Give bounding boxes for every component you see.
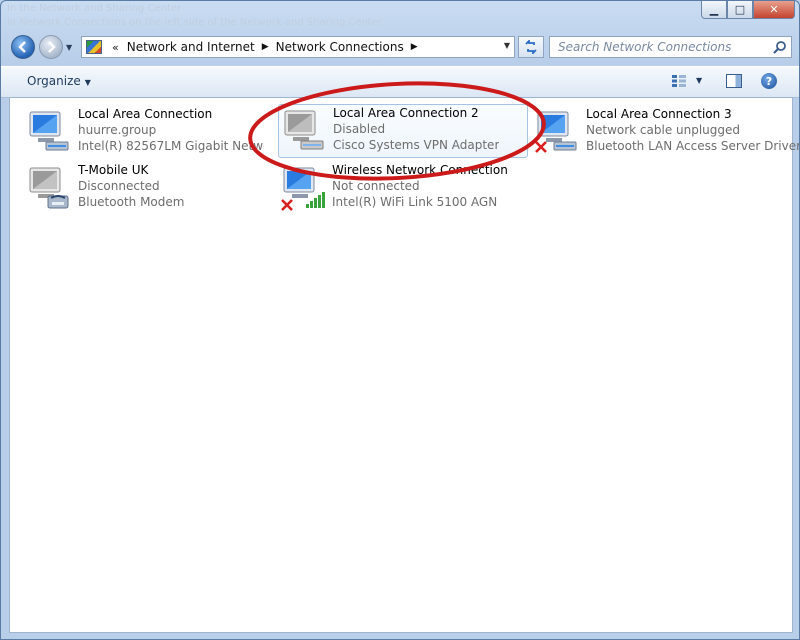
connection-device: Intel(R) 82567LM Gigabit Network... <box>78 139 264 153</box>
wired-network-icon <box>29 111 69 151</box>
organize-label: Organize <box>27 74 81 88</box>
refresh-button[interactable] <box>518 36 544 58</box>
navigation-bar: ▼ « Network and Internet ▶ Network Conne… <box>1 34 799 62</box>
address-dropdown-icon[interactable]: ▼ <box>504 41 510 50</box>
help-icon[interactable]: ? <box>761 73 777 89</box>
connection-item-selected[interactable]: Local Area Connection 2 Disabled Cisco S… <box>278 104 528 158</box>
back-button[interactable] <box>11 35 35 59</box>
address-bar[interactable]: « Network and Internet ▶ Network Connect… <box>81 36 515 58</box>
ghost-text-1: In the Network and Sharing Center <box>7 3 182 14</box>
organize-menu-button[interactable]: Organize ▼ <box>27 74 91 88</box>
wired-network-unplugged-icon <box>535 111 577 153</box>
close-button[interactable]: ✕ <box>753 1 795 19</box>
breadcrumb-label: Network and Internet <box>126 40 255 54</box>
search-icon[interactable] <box>773 40 787 54</box>
change-view-dropdown-icon[interactable]: ▼ <box>696 76 702 85</box>
explorer-window: In the Network and Sharing Center in Net… <box>0 0 800 640</box>
preview-pane-icon[interactable] <box>726 74 742 88</box>
chevron-down-icon: ▼ <box>84 78 91 87</box>
maximize-button[interactable]: □ <box>727 1 753 19</box>
wired-network-disabled-icon <box>284 110 324 150</box>
connections-list[interactable]: Local Area Connection huurre.group Intel… <box>9 97 799 633</box>
connection-name: Local Area Connection 2 <box>333 106 479 120</box>
minimize-icon: ▁ <box>709 3 719 16</box>
connection-item[interactable]: Local Area Connection 3 Network cable un… <box>532 106 799 160</box>
breadcrumb-network-connections[interactable]: Network Connections ▶ <box>276 40 425 54</box>
command-bar: Organize ▼ ▼ ? <box>1 66 799 98</box>
breadcrumb-network-and-internet[interactable]: Network and Internet ▶ <box>127 40 276 54</box>
connection-device: Cisco Systems VPN Adapter <box>333 138 500 152</box>
search-input[interactable]: Search Network Connections <box>549 36 792 58</box>
connection-device: Bluetooth Modem <box>78 195 185 209</box>
ghost-text-2: in Network Connections on the left side … <box>7 17 383 28</box>
breadcrumb-separator-icon[interactable]: ▶ <box>262 42 269 52</box>
search-placeholder: Search Network Connections <box>558 40 732 54</box>
connection-name: Local Area Connection <box>78 107 213 121</box>
connection-status: Disabled <box>333 122 386 136</box>
modem-icon <box>29 167 69 209</box>
breadcrumb-label: Network Connections <box>275 40 404 54</box>
chevron-down-icon: ▼ <box>66 43 73 52</box>
maximize-icon: □ <box>734 3 746 16</box>
change-view-icon[interactable] <box>671 74 687 88</box>
connection-status: Not connected <box>332 179 420 193</box>
connection-device: Bluetooth LAN Access Server Driver <box>586 139 800 153</box>
control-panel-icon <box>86 40 102 54</box>
connection-name: Local Area Connection 3 <box>586 107 732 121</box>
arrow-right-icon <box>48 41 56 53</box>
breadcrumb-overflow[interactable]: « <box>112 41 119 54</box>
breadcrumb-separator-icon[interactable]: ▶ <box>411 42 418 52</box>
title-bar[interactable]: In the Network and Sharing Center in Net… <box>1 1 799 29</box>
connection-name: Wireless Network Connection <box>332 163 508 177</box>
connection-status: huurre.group <box>78 123 157 137</box>
close-icon: ✕ <box>769 3 779 16</box>
refresh-icon <box>525 40 537 54</box>
connection-device: Intel(R) WiFi Link 5100 AGN <box>332 195 498 209</box>
recent-pages-dropdown[interactable]: ▼ <box>66 43 72 52</box>
connection-item[interactable]: Wireless Network Connection Not connecte… <box>278 162 528 216</box>
connection-item[interactable]: T-Mobile UK Disconnected Bluetooth Modem <box>24 162 264 216</box>
window-bottom-frame <box>1 633 799 639</box>
connection-status: Disconnected <box>78 179 160 193</box>
connection-name: T-Mobile UK <box>78 163 149 177</box>
minimize-button[interactable]: ▁ <box>701 1 727 19</box>
connection-status: Network cable unplugged <box>586 123 741 137</box>
wireless-network-icon <box>281 167 325 211</box>
arrow-left-icon <box>18 41 26 53</box>
forward-button[interactable] <box>39 35 63 59</box>
connection-item[interactable]: Local Area Connection huurre.group Intel… <box>24 106 264 160</box>
